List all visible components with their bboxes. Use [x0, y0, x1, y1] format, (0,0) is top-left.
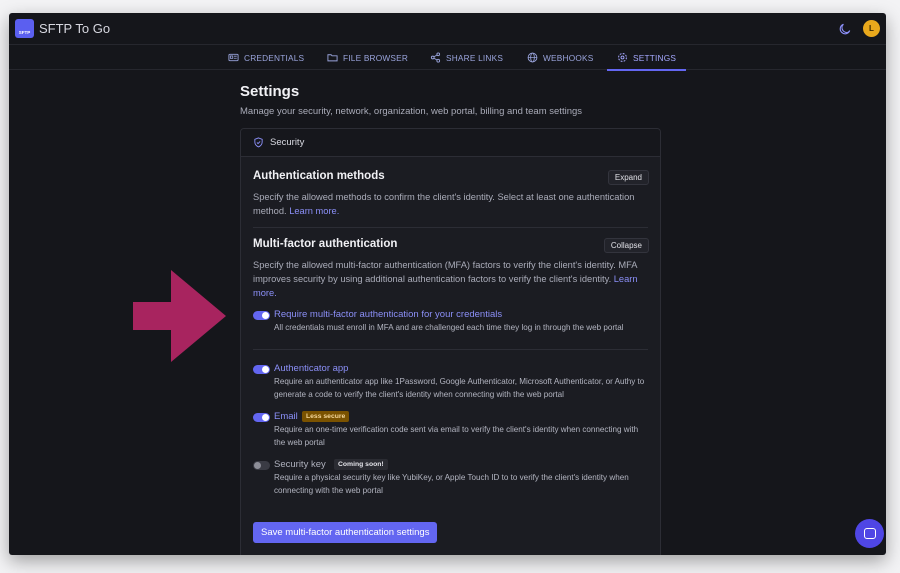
- mfa-desc-text: Specify the allowed multi-factor authent…: [253, 260, 637, 284]
- require-mfa-desc: All credentials must enroll in MFA and a…: [274, 323, 624, 332]
- folder-icon: [327, 54, 338, 62]
- security-key-label[interactable]: Security key: [274, 459, 326, 470]
- authenticator-app-label[interactable]: Authenticator app: [274, 363, 348, 374]
- page-title: Settings: [240, 83, 300, 100]
- auth-methods-desc: Specify the allowed methods to confirm t…: [253, 190, 648, 218]
- email-desc: Require an one-time verification code se…: [274, 425, 639, 447]
- mfa-title: Multi-factor authentication: [253, 238, 398, 250]
- save-mfa-button[interactable]: Save multi-factor authentication setting…: [253, 522, 438, 543]
- share-icon: [430, 52, 441, 63]
- shield-icon: [254, 137, 263, 148]
- require-mfa-toggle[interactable]: [253, 311, 270, 320]
- email-label[interactable]: Email: [274, 411, 298, 422]
- chat-icon: [863, 528, 876, 539]
- collapse-button[interactable]: Collapse: [603, 238, 649, 253]
- app-logo[interactable]: SFTP: [15, 19, 34, 38]
- logo-text: SFTP: [18, 30, 31, 35]
- less-secure-badge: Less secure: [302, 411, 350, 422]
- tab-label: FILE BROWSER: [343, 52, 409, 63]
- chat-launcher-button[interactable]: [855, 519, 884, 548]
- tab-webhooks[interactable]: WEBHOOKS: [527, 45, 593, 70]
- gear-icon: [618, 53, 627, 62]
- moon-icon[interactable]: [838, 22, 852, 36]
- tab-label: WEBHOOKS: [543, 52, 594, 63]
- require-mfa-label[interactable]: Require multi-factor authentication for …: [274, 309, 502, 320]
- authenticator-app-desc: Require an authenticator app like 1Passw…: [274, 377, 645, 399]
- app-title[interactable]: SFTP To Go: [39, 21, 110, 36]
- divider: [253, 349, 648, 350]
- authenticator-app-toggle[interactable]: [253, 365, 270, 374]
- tab-label: SHARE LINKS: [446, 52, 504, 63]
- security-header-label: Security: [270, 137, 305, 148]
- nav-tabs: CREDENTIALS FILE BROWSER SHARE LINKS WEB…: [9, 45, 886, 71]
- security-key-toggle[interactable]: [253, 461, 270, 470]
- coming-soon-badge: Coming soon!: [334, 459, 388, 470]
- tab-settings[interactable]: SETTINGS: [606, 45, 687, 71]
- page-subtitle: Manage your security, network, organizat…: [240, 106, 583, 117]
- learn-more-link[interactable]: Learn more.: [289, 206, 339, 216]
- tab-credentials[interactable]: CREDENTIALS: [228, 45, 304, 70]
- divider: [253, 227, 648, 228]
- id-card-icon: [228, 53, 239, 62]
- tab-file-browser[interactable]: FILE BROWSER: [327, 45, 408, 70]
- auth-methods-title: Authentication methods: [253, 170, 385, 182]
- security-card: Security Authentication methods Expand S…: [240, 128, 661, 555]
- tab-share-links[interactable]: SHARE LINKS: [430, 45, 503, 70]
- avatar[interactable]: L: [863, 20, 880, 37]
- globe-icon: [527, 52, 538, 63]
- email-toggle[interactable]: [253, 413, 270, 422]
- security-key-desc: Require a physical security key like Yub…: [274, 473, 629, 495]
- top-bar: SFTP SFTP To Go L: [9, 13, 886, 45]
- tab-label: SETTINGS: [633, 52, 677, 63]
- mfa-desc: Specify the allowed multi-factor authent…: [253, 258, 648, 300]
- tab-label: CREDENTIALS: [244, 52, 305, 63]
- pointer-arrow-icon: [133, 270, 226, 362]
- security-header: Security: [241, 129, 660, 157]
- expand-button[interactable]: Expand: [607, 170, 649, 185]
